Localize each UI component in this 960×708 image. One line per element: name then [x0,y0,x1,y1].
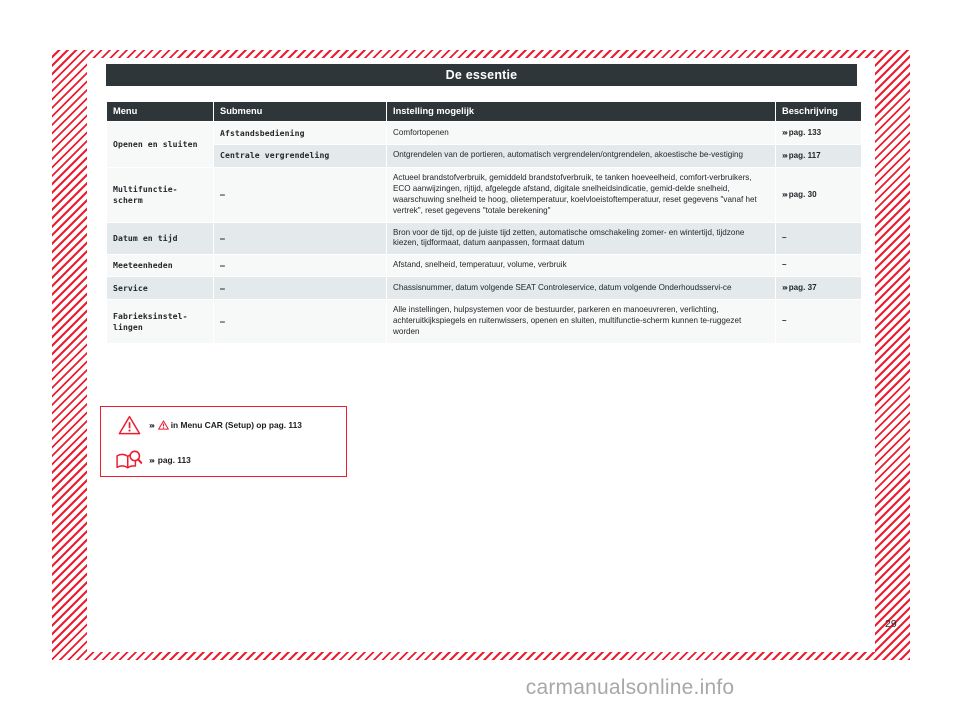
cell-setting: Afstand, snelheid, temperatuur, volume, … [387,255,775,277]
cell-submenu: Afstandsbediening [214,122,386,144]
chevron-icon: ››› [149,454,155,465]
cell-menu: Multifunctie-scherm [107,167,213,222]
cell-menu: Openen en sluiten [107,122,213,167]
table-row: Meeteenheden – Afstand, snelheid, temper… [107,255,861,277]
cell-submenu: – [214,255,386,277]
cell-submenu: – [214,277,386,300]
note-warning-label: in Menu CAR (Setup) op pag. 113 [170,419,302,430]
chevron-icon: ››› [782,188,788,199]
page-title: De essentie [106,64,857,86]
page-content: De essentie Menu Submenu Instelling moge… [0,0,960,708]
cell-submenu: Centrale vergrendeling [214,144,386,167]
cell-description[interactable]: ››› pag. 117 [776,144,861,167]
cell-menu: Service [107,277,213,300]
column-header-submenu: Submenu [214,102,386,121]
chevron-icon: ››› [782,282,788,293]
cell-description: – [776,222,861,255]
column-header-setting: Instelling mogelijk [387,102,775,121]
cell-menu: Datum en tijd [107,222,213,255]
table-row: Fabrieksinstel-lingen – Alle instellinge… [107,300,861,343]
book-magnifier-icon [109,449,149,471]
cell-description[interactable]: ››› pag. 37 [776,277,861,300]
table-row: Multifunctie-scherm – Actueel brandstofv… [107,167,861,222]
cell-setting: Alle instellingen, hulpsystemen voor de … [387,300,775,343]
chevron-icon: ››› [149,419,155,430]
table-row: Centrale vergrendeling Ontgrendelen van … [107,144,861,167]
cell-description[interactable]: ››› pag. 30 [776,167,861,222]
cell-setting: Chassisnummer, datum volgende SEAT Contr… [387,277,775,300]
table-row: Datum en tijd – Bron voor de tijd, op de… [107,222,861,255]
column-header-description: Beschrijving [776,102,861,121]
note-warning-text: ››› in Menu CAR (Setup) op pag. 113 [149,420,302,430]
note-reference-label: pag. 113 [157,454,191,465]
cell-description: – [776,300,861,343]
cell-submenu: – [214,300,386,343]
page-ref-label: pag. 117 [788,150,821,160]
note-reference-text: ››› pag. 113 [149,455,191,465]
cell-description: – [776,255,861,277]
page-ref-label: pag. 133 [788,128,822,137]
page-number: 29 [885,618,897,630]
page-ref-label: pag. 30 [788,189,817,199]
note-row-warning: ››› in Menu CAR (Setup) op pag. 113 [101,407,346,442]
reference-note-box: ››› in Menu CAR (Setup) op pag. 113 ››› … [100,406,347,477]
column-header-menu: Menu [107,102,213,121]
page-ref-label: pag. 37 [788,283,817,293]
table-row: Service – Chassisnummer, datum volgende … [107,277,861,300]
cell-submenu: – [214,222,386,255]
cell-description[interactable]: ››› pag. 133 [776,122,861,144]
cell-setting: Actueel brandstofverbruik, gemiddeld bra… [387,167,775,222]
chevron-icon: ››› [782,127,788,137]
warning-triangle-icon [109,415,149,435]
note-row-reference: ››› pag. 113 [101,442,346,477]
table-header-row: Menu Submenu Instelling mogelijk Beschri… [107,102,861,121]
warning-triangle-inline-icon [157,419,169,430]
cell-submenu: – [214,167,386,222]
table-row: Openen en sluiten Afstandsbediening Comf… [107,122,861,167]
cell-setting: Ontgrendelen van de portieren, automatis… [387,144,775,167]
settings-table: Menu Submenu Instelling mogelijk Beschri… [106,101,862,344]
cell-menu: Fabrieksinstel-lingen [107,300,213,343]
chevron-icon: ››› [782,149,788,160]
cell-setting: Comfortopenen [387,122,775,144]
cell-menu: Meeteenheden [107,255,213,277]
cell-setting: Bron voor de tijd, op de juiste tijd zet… [387,222,775,255]
